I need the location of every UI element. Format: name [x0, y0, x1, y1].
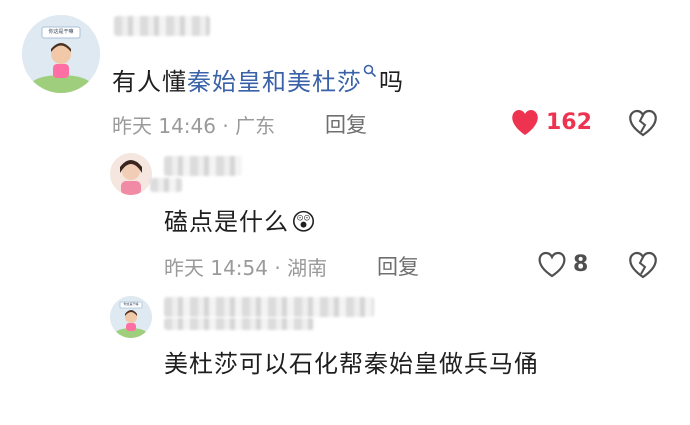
broken-heart-icon — [629, 251, 657, 279]
reply-button[interactable]: 回复 — [377, 251, 419, 281]
dislike-button[interactable] — [628, 251, 658, 279]
heart-outline-icon — [538, 251, 566, 278]
avatar[interactable] — [110, 153, 152, 195]
search-icon — [363, 64, 377, 78]
broken-heart-icon — [629, 109, 657, 137]
avatar-caption: 你这是干嘛 — [48, 29, 74, 35]
reply-button[interactable]: 回复 — [325, 109, 367, 139]
like-count: 8 — [573, 252, 589, 277]
emoji-astonished: 😲 — [291, 208, 318, 236]
avatar[interactable] — [22, 15, 100, 93]
comment-meta: 昨天 14:54 · 湖南 — [164, 256, 328, 280]
dislike-button[interactable] — [628, 109, 658, 137]
comment-meta: 昨天 14:46 · 广东 — [112, 114, 276, 138]
username-redacted[interactable] — [164, 156, 242, 176]
topic-link[interactable]: 秦始皇和美杜莎 — [187, 64, 379, 96]
like-count: 162 — [546, 110, 592, 135]
like-button[interactable]: 8 — [537, 251, 588, 278]
username-redacted[interactable] — [114, 16, 210, 36]
avatar-caption: 你这是干嘛 — [123, 302, 139, 306]
comment-text: 美杜莎可以石化帮秦始皇做兵马俑 — [164, 350, 539, 378]
comment-text: 有人懂秦始皇和美杜莎吗 — [112, 62, 404, 97]
heart-filled-icon — [512, 110, 538, 135]
username-redacted[interactable] — [164, 297, 374, 317]
username-redacted — [150, 178, 182, 192]
like-button[interactable]: 162 — [510, 109, 592, 136]
username-redacted — [164, 318, 314, 330]
comment-text: 磕点是什么😲 — [164, 208, 318, 236]
